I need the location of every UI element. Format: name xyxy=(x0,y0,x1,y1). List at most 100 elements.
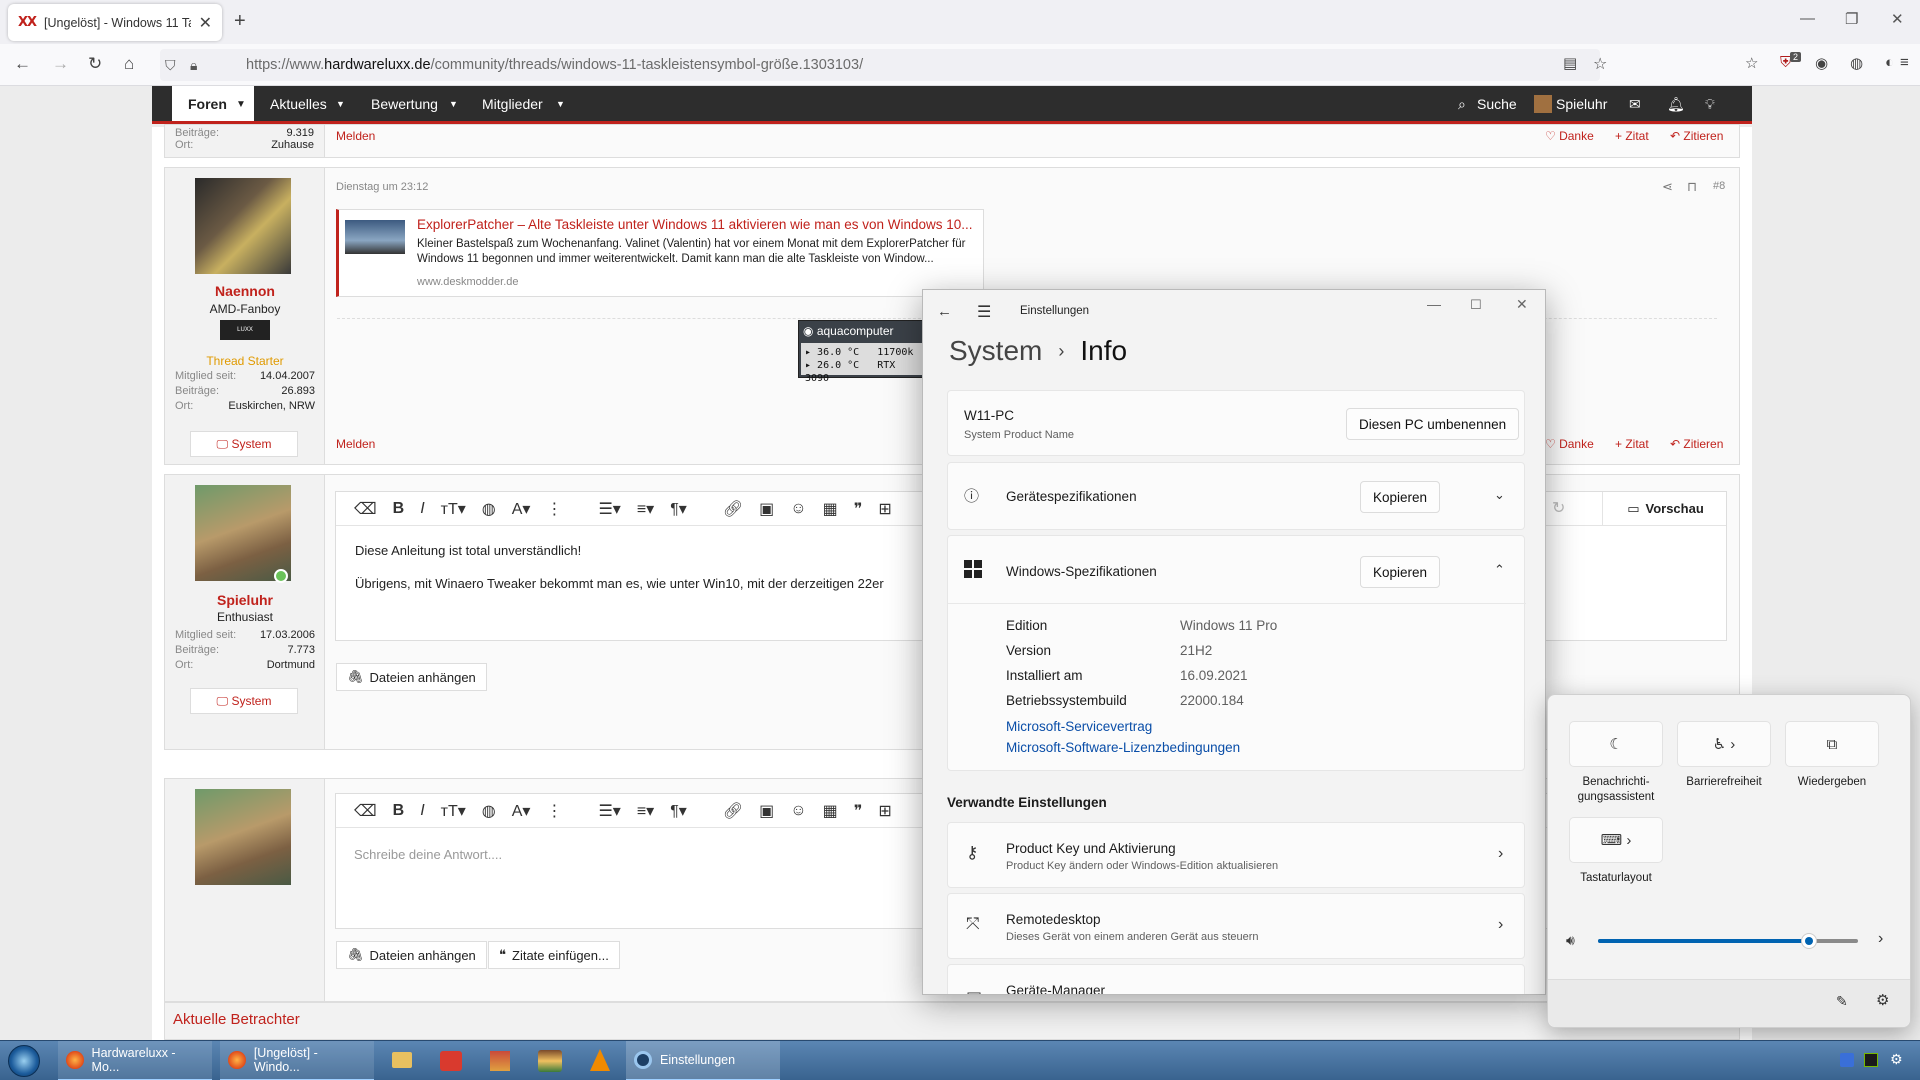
thanks-button[interactable]: ♡ Danke xyxy=(1545,129,1594,143)
preview-button[interactable]: ▭ Vorschau xyxy=(1602,492,1728,525)
account-icon[interactable]: ◐ xyxy=(1885,54,1894,71)
report-link[interactable]: Melden xyxy=(336,129,375,143)
lightbulb-icon[interactable]: 💡︎ xyxy=(1705,96,1715,113)
list-icon[interactable]: ☰▾ xyxy=(598,499,620,519)
reader-view-icon[interactable]: ▤ xyxy=(1563,54,1577,72)
more-icon[interactable]: ⋮ xyxy=(546,499,562,519)
home-icon[interactable]: ⌂ xyxy=(124,54,134,74)
reload-icon[interactable]: ↻ xyxy=(88,54,102,74)
volume-thumb[interactable] xyxy=(1800,933,1817,949)
system-button[interactable]: 🖵 System xyxy=(190,431,298,457)
more-icon[interactable]: ⋮ xyxy=(546,801,562,821)
avatar[interactable] xyxy=(195,485,291,581)
related-device-manager[interactable]: ▭ Geräte-Manager xyxy=(947,964,1525,994)
anydesk-icon[interactable] xyxy=(440,1051,462,1071)
shield-icon[interactable]: ⛉ xyxy=(165,57,176,74)
cast-tile[interactable]: ⧉ xyxy=(1785,721,1879,767)
taskbar-item-firefox-1[interactable]: Hardwareluxx - Mo... xyxy=(58,1041,212,1080)
start-button[interactable] xyxy=(8,1045,40,1077)
search-icon[interactable]: ⌕ xyxy=(1458,96,1466,113)
table-icon[interactable]: ⊞ xyxy=(878,801,891,821)
link-preview-card[interactable]: ExplorerPatcher – Alte Taskleiste unter … xyxy=(336,209,984,297)
lock-icon[interactable]: 🔒︎ xyxy=(190,57,197,74)
breadcrumb-parent[interactable]: System xyxy=(949,335,1042,367)
paragraph-icon[interactable]: ¶▾ xyxy=(670,801,687,821)
taskbar-item-settings[interactable]: Einstellungen xyxy=(626,1041,780,1080)
maximize-icon[interactable]: ☐ xyxy=(1470,297,1482,313)
chevron-down-icon[interactable]: ▼ xyxy=(236,99,246,110)
new-tab-icon[interactable]: + xyxy=(234,10,246,33)
redo-icon[interactable]: ↻ xyxy=(1552,498,1565,518)
eraser-icon[interactable]: ⌫ xyxy=(354,801,377,821)
link-title[interactable]: ExplorerPatcher – Alte Taskleiste unter … xyxy=(417,217,973,232)
nvidia-icon[interactable] xyxy=(1864,1053,1878,1067)
quote-plus-button[interactable]: + Zitat xyxy=(1615,437,1649,451)
close-window-icon[interactable]: ✕ xyxy=(1891,10,1904,28)
chevron-down-icon[interactable]: ▼ xyxy=(449,99,458,109)
game-icon[interactable] xyxy=(538,1050,562,1072)
accessibility-tile[interactable]: ♿︎ › xyxy=(1677,721,1771,767)
thanks-button[interactable]: ♡ Danke xyxy=(1545,437,1594,451)
pocket-icon[interactable]: ☆ xyxy=(1745,54,1758,72)
nav-mitglieder[interactable]: Mitglieder xyxy=(482,96,543,112)
forward-icon[interactable]: → xyxy=(52,54,69,74)
quote-icon[interactable]: ❞ xyxy=(854,801,863,821)
copy-windows-specs-button[interactable]: Kopieren xyxy=(1360,556,1441,588)
back-icon[interactable]: ← xyxy=(937,303,952,320)
font-icon[interactable]: A▾ xyxy=(512,801,531,821)
license-terms-link[interactable]: Microsoft-Software-Lizenzbedingungen xyxy=(1006,740,1240,755)
minimize-icon[interactable]: — xyxy=(1427,296,1441,312)
bell-icon[interactable]: 🔔︎ xyxy=(1667,96,1685,113)
copy-device-specs-button[interactable]: Kopieren xyxy=(1360,481,1441,513)
post-date[interactable]: Dienstag um 23:12 xyxy=(336,181,428,193)
insert-quotes-button[interactable]: ❝ Zitate einfügen... xyxy=(488,941,620,969)
nav-search[interactable]: Suche xyxy=(1477,96,1517,112)
service-agreement-link[interactable]: Microsoft-Servicevertrag xyxy=(1006,719,1152,734)
bookmark-icon[interactable]: ⊓ xyxy=(1687,179,1697,195)
reply-quote-button[interactable]: ↶ Zitieren xyxy=(1670,437,1723,451)
nav-foren[interactable]: Foren xyxy=(188,96,227,112)
align-icon[interactable]: ≡▾ xyxy=(637,499,654,519)
menu-icon[interactable]: ≡ xyxy=(1900,54,1909,71)
keyboard-layout-tile[interactable]: ⌨ › xyxy=(1569,817,1663,863)
image-icon[interactable]: ▣ xyxy=(759,499,774,519)
system-button[interactable]: 🖵 System xyxy=(190,688,298,714)
browser-tab-active[interactable]: XX [Ungelöst] - Windows 11 Taskleiste ✕ xyxy=(8,4,222,41)
eraser-icon[interactable]: ⌫ xyxy=(354,499,377,519)
image-icon[interactable]: ▣ xyxy=(759,801,774,821)
attach-files-button[interactable]: 🖇︎ Dateien anhängen xyxy=(336,663,487,691)
minimize-icon[interactable]: — xyxy=(1800,10,1815,27)
font-size-icon[interactable]: тT▾ xyxy=(441,801,466,821)
rename-pc-button[interactable]: Diesen PC umbenennen xyxy=(1346,408,1520,440)
quote-icon[interactable]: ❞ xyxy=(854,499,863,519)
focus-assist-tile[interactable]: ☾ xyxy=(1569,721,1663,767)
taskbar-item-firefox-2[interactable]: [Ungelöst] - Windo... xyxy=(220,1041,374,1080)
share-icon[interactable]: ⋖ xyxy=(1662,179,1673,195)
related-remote-desktop[interactable]: ⤧ Remotedesktop Dieses Gerät von einem a… xyxy=(947,893,1525,959)
tray-icon[interactable] xyxy=(1840,1053,1854,1067)
nav-aktuelles[interactable]: Aktuelles xyxy=(270,96,327,112)
table-icon[interactable]: ⊞ xyxy=(878,499,891,519)
media-icon[interactable]: ▦ xyxy=(823,499,838,519)
link-icon[interactable]: 🔗︎ xyxy=(723,499,743,519)
extension2-icon[interactable]: ◍ xyxy=(1850,54,1863,72)
app-icon[interactable] xyxy=(490,1051,510,1071)
file-explorer-icon[interactable] xyxy=(392,1052,412,1068)
report-link[interactable]: Melden xyxy=(336,437,375,451)
chevron-down-icon[interactable]: ⌄ xyxy=(1494,487,1505,503)
settings-tray-icon[interactable]: ⚙ xyxy=(1890,1051,1903,1068)
list-icon[interactable]: ☰▾ xyxy=(598,801,620,821)
link-icon[interactable]: 🔗︎ xyxy=(723,801,743,821)
avatar[interactable] xyxy=(195,178,291,274)
align-icon[interactable]: ≡▾ xyxy=(637,801,654,821)
reply-placeholder[interactable]: Schreibe deine Antwort.... xyxy=(354,847,502,862)
attach-files-button[interactable]: 🖇︎ Dateien anhängen xyxy=(336,941,487,969)
back-icon[interactable]: ← xyxy=(14,54,31,74)
nav-user[interactable]: Spieluhr xyxy=(1556,96,1607,112)
italic-icon[interactable]: I xyxy=(420,802,424,820)
related-product-key[interactable]: ⚷ Product Key und Aktivierung Product Ke… xyxy=(947,822,1525,888)
smiley-icon[interactable]: ☺ xyxy=(790,802,806,820)
chevron-right-icon[interactable]: › xyxy=(1878,930,1883,948)
restore-icon[interactable]: ❐ xyxy=(1845,10,1858,28)
font-icon[interactable]: A▾ xyxy=(512,499,531,519)
